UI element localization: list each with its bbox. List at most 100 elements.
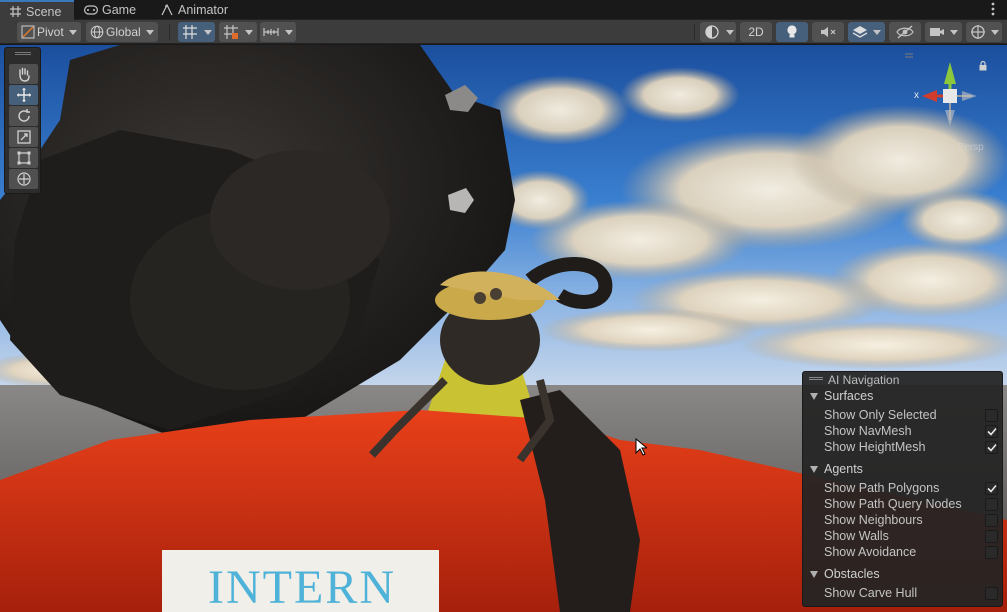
- checkbox-show-only-selected[interactable]: [985, 409, 998, 422]
- more-options-icon[interactable]: [991, 2, 1001, 18]
- gizmo-x-label: x: [914, 90, 919, 101]
- rotate-icon: [16, 108, 32, 124]
- gizmos-dropdown[interactable]: [966, 22, 1002, 42]
- chevron-down-icon: [68, 29, 77, 35]
- chevron-down-icon: [873, 29, 881, 35]
- option-show-walls: Show Walls: [824, 529, 889, 543]
- ai-navigation-title: AI Navigation: [828, 373, 900, 387]
- snap-increment-icon: [223, 24, 239, 40]
- transform-icon: [16, 171, 32, 187]
- globe-icon: [90, 25, 104, 39]
- ai-navigation-header[interactable]: AI Navigation: [803, 372, 1002, 388]
- section-surfaces[interactable]: Surfaces: [810, 389, 873, 403]
- animator-icon: [160, 3, 174, 17]
- checkbox-show-carve-hull[interactable]: [985, 587, 998, 600]
- toolbar-divider: [694, 24, 695, 40]
- checkbox-show-heightmesh[interactable]: [985, 441, 998, 454]
- move-arrows-icon: [16, 87, 32, 103]
- 2d-mode-button[interactable]: 2D: [740, 22, 772, 42]
- option-show-carve-hull: Show Carve Hull: [824, 586, 918, 600]
- hand-icon: [16, 66, 32, 82]
- checkbox-show-neighbours[interactable]: [985, 514, 998, 527]
- section-label: Obstacles: [824, 567, 880, 581]
- option-show-path-query-nodes: Show Path Query Nodes: [824, 497, 962, 511]
- pivot-label: Pivot: [37, 25, 64, 39]
- option-show-navmesh: Show NavMesh: [824, 424, 912, 438]
- chevron-down-icon: [991, 29, 999, 35]
- 2d-label: 2D: [748, 25, 764, 39]
- chevron-down-icon: [285, 29, 293, 35]
- chevron-down-icon: [950, 29, 958, 35]
- pivot-dropdown[interactable]: Pivot: [17, 22, 81, 42]
- lock-icon[interactable]: [979, 60, 987, 74]
- drag-handle[interactable]: [809, 377, 823, 380]
- sign-text: INTERN: [208, 561, 396, 612]
- tab-bar: Scene Game Animator: [0, 0, 1007, 21]
- checkbox-show-path-query-nodes[interactable]: [985, 498, 998, 511]
- tab-label: Scene: [26, 4, 62, 19]
- option-show-path-polygons: Show Path Polygons: [824, 481, 940, 495]
- orientation-gizmo[interactable]: [899, 47, 1005, 157]
- checkbox-show-avoidance[interactable]: [985, 546, 998, 559]
- grid-icon: [8, 5, 22, 19]
- gizmo-persp-label[interactable]: < Persp: [949, 142, 984, 153]
- tab-animator[interactable]: Animator: [152, 0, 244, 20]
- tab-label: Animator: [178, 3, 229, 17]
- chevron-down-icon: [145, 29, 154, 35]
- checkbox-show-path-polygons[interactable]: [985, 482, 998, 495]
- tab-label: Game: [102, 3, 137, 17]
- gizmo-sphere-icon: [970, 24, 986, 40]
- option-show-only-selected: Show Only Selected: [824, 408, 937, 422]
- audio-toggle[interactable]: [812, 22, 844, 42]
- triangle-down-icon: [810, 465, 818, 473]
- drag-handle[interactable]: [15, 52, 31, 55]
- chevron-down-icon: [204, 29, 212, 35]
- triangle-down-icon: [810, 570, 818, 578]
- transform-tool-button[interactable]: [9, 169, 38, 189]
- grid-snap-icon: [182, 24, 198, 40]
- increment-snap-toggle[interactable]: [219, 22, 257, 42]
- scene-toolbar: Pivot Global 2D: [0, 20, 1007, 44]
- option-show-heightmesh: Show HeightMesh: [824, 440, 926, 454]
- rect-tool-button[interactable]: [9, 148, 38, 168]
- rotate-tool-button[interactable]: [9, 106, 38, 126]
- section-agents[interactable]: Agents: [810, 462, 863, 476]
- scene-visibility-toggle[interactable]: [889, 22, 921, 42]
- section-label: Surfaces: [824, 389, 874, 403]
- scale-icon: [16, 129, 32, 145]
- ai-navigation-overlay: AI Navigation Surfaces Show Only Selecte…: [802, 371, 1003, 607]
- move-tool-button[interactable]: [9, 85, 38, 105]
- tools-overlay: [4, 47, 41, 194]
- toolbar-divider: [169, 24, 170, 40]
- chevron-down-icon: [245, 29, 253, 35]
- checkbox-show-navmesh[interactable]: [985, 425, 998, 438]
- ruler-dropdown[interactable]: [260, 22, 296, 42]
- section-label: Agents: [824, 462, 863, 476]
- mouse-cursor-icon: [635, 437, 649, 459]
- eye-hidden-icon: [896, 25, 914, 39]
- view-tool-button[interactable]: [9, 64, 38, 84]
- grid-snapping-toggle[interactable]: [178, 22, 215, 42]
- option-show-avoidance: Show Avoidance: [824, 545, 917, 559]
- layers-icon: [852, 25, 868, 39]
- chevron-down-icon: [726, 29, 734, 35]
- scale-tool-button[interactable]: [9, 127, 38, 147]
- effects-dropdown[interactable]: [848, 22, 885, 42]
- triangle-down-icon: [810, 392, 818, 400]
- global-label: Global: [106, 25, 141, 39]
- lighting-toggle[interactable]: [776, 22, 808, 42]
- tab-scene[interactable]: Scene: [0, 0, 74, 21]
- tab-game[interactable]: Game: [76, 0, 150, 20]
- lightbulb-icon: [786, 24, 798, 40]
- shaded-sphere-icon: [704, 24, 720, 40]
- rect-transform-icon: [16, 150, 32, 166]
- draw-mode-dropdown[interactable]: [700, 22, 736, 42]
- ruler-icon: [263, 25, 279, 39]
- gamepad-icon: [84, 3, 98, 17]
- camera-dropdown[interactable]: [925, 22, 962, 42]
- option-show-neighbours: Show Neighbours: [824, 513, 923, 527]
- global-dropdown[interactable]: Global: [86, 22, 158, 42]
- section-obstacles[interactable]: Obstacles: [810, 567, 880, 581]
- speaker-muted-icon: [820, 25, 836, 39]
- checkbox-show-walls[interactable]: [985, 530, 998, 543]
